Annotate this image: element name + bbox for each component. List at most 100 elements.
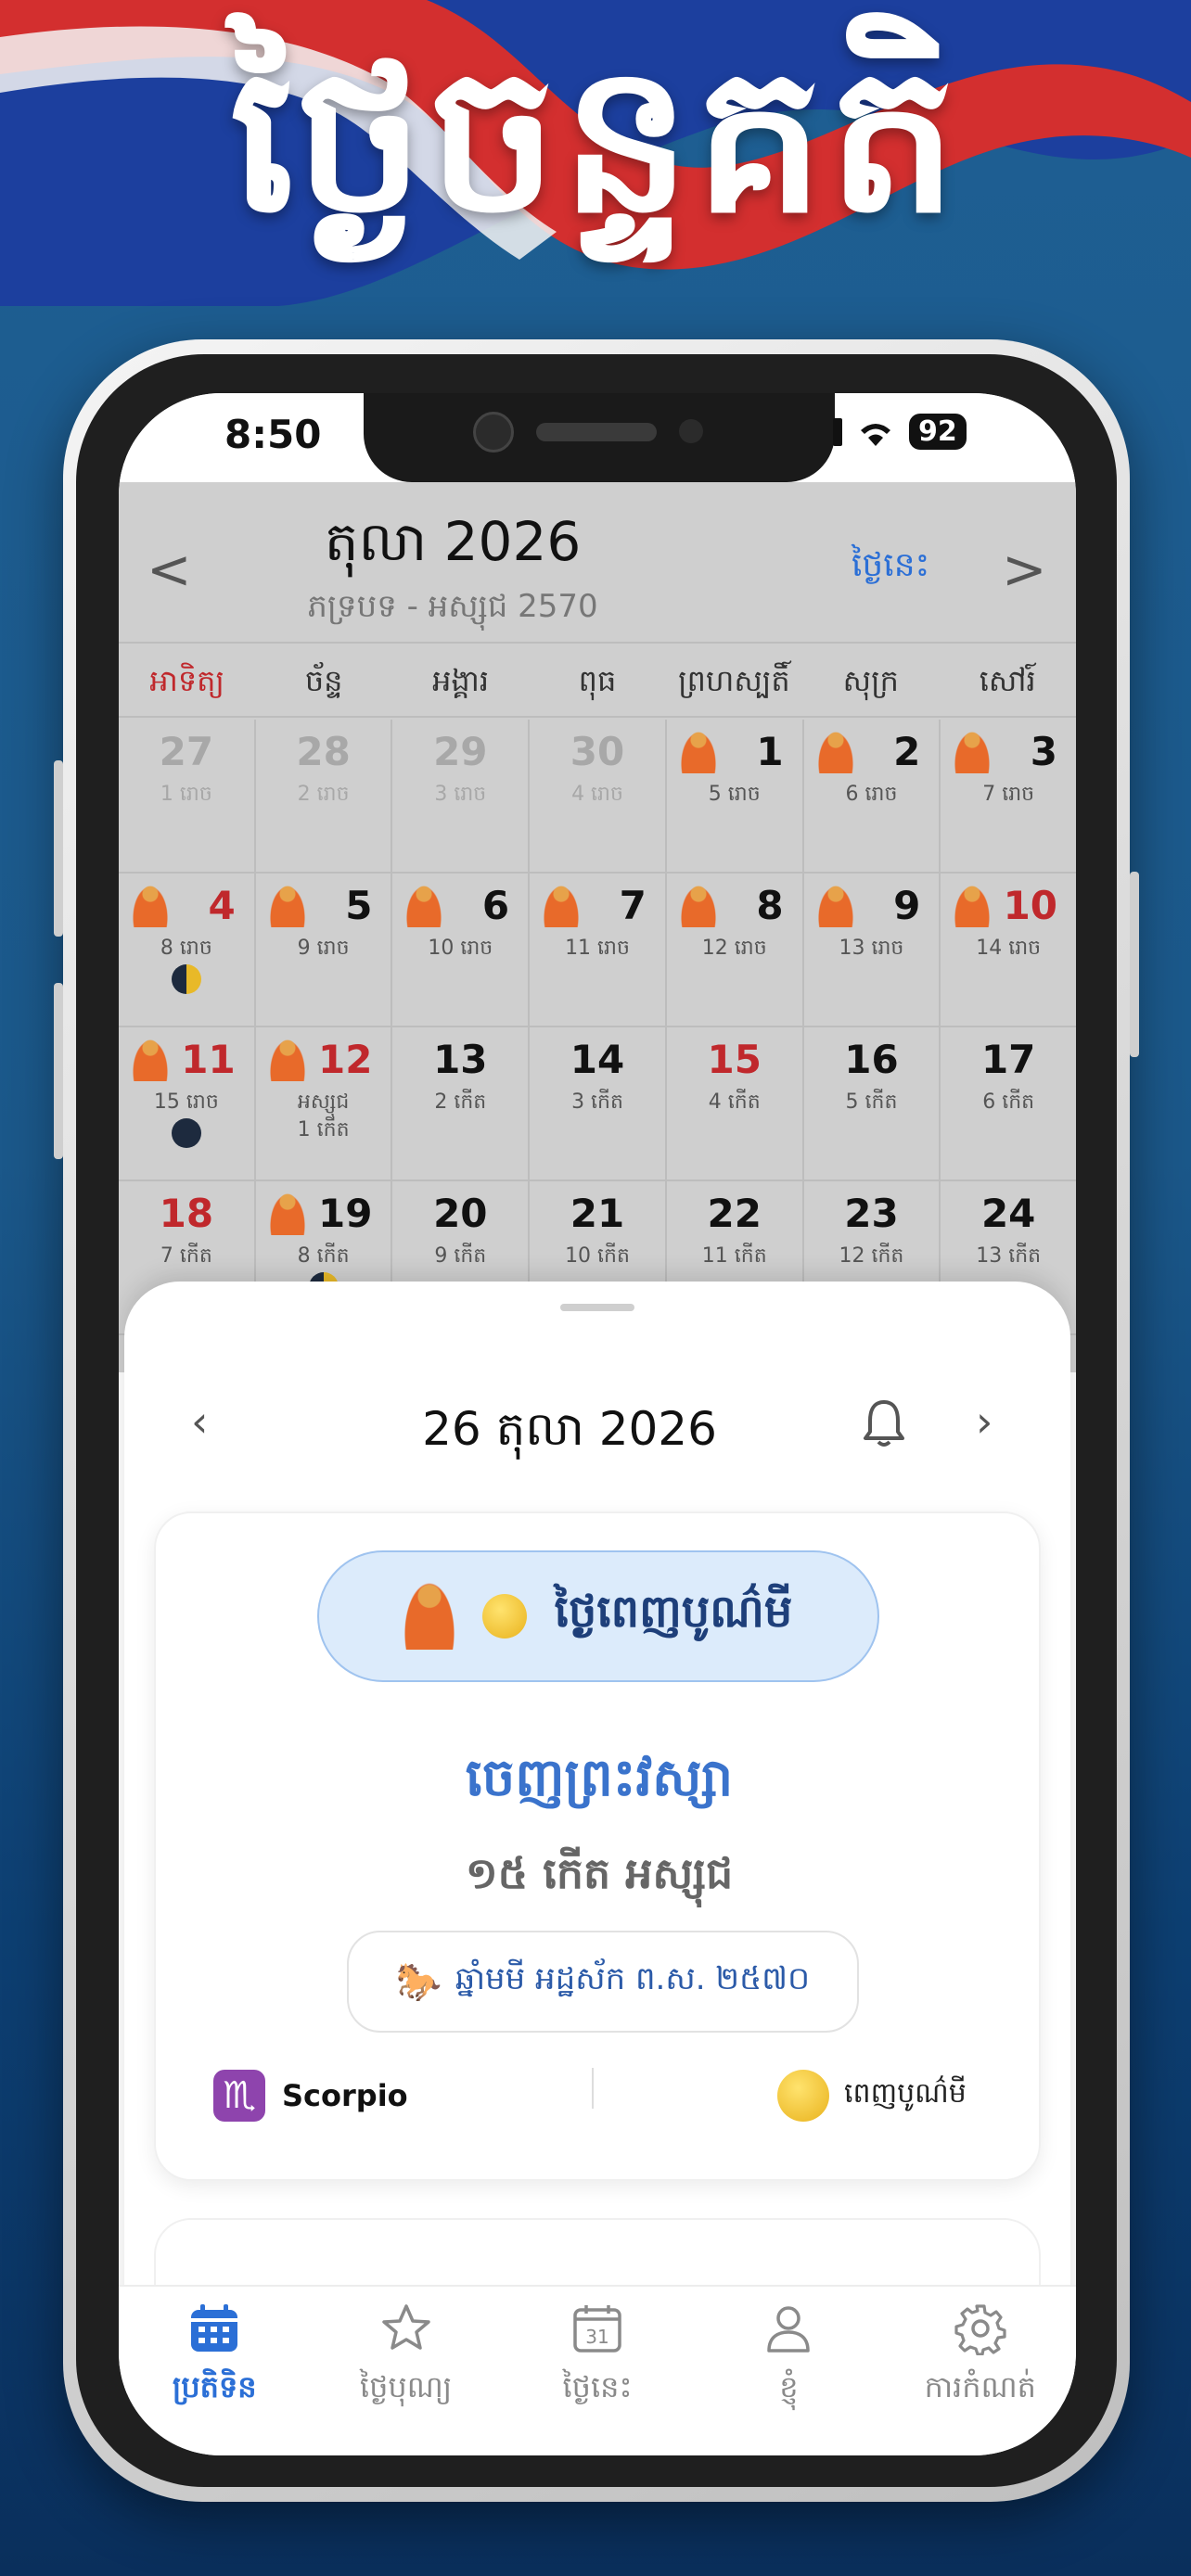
calendar-day-cell[interactable]: 29 3 រោច <box>392 720 531 872</box>
buddha-icon <box>816 885 854 927</box>
lunar-day: 6 រោច <box>845 783 898 806</box>
scorpio-icon: ♏ <box>213 2070 265 2122</box>
tab-calendar[interactable]: ប្រតិទិន <box>119 2287 310 2455</box>
moon-phase-icon <box>777 2070 829 2122</box>
day-number: 21 <box>570 1191 625 1236</box>
calendar-day-cell[interactable]: 17 6 កើត <box>941 1027 1076 1180</box>
holy-day-label: ថ្ងៃពេញបូណ៌មី <box>554 1586 793 1638</box>
status-indicators: 92 <box>833 414 967 450</box>
lunar-day-secondary: 1 កើត <box>297 1118 350 1141</box>
lunar-day: 14 រោច <box>976 937 1042 960</box>
calendar-day-cell[interactable]: 10 14 រោច <box>941 874 1076 1026</box>
lunar-day: 15 រោច <box>153 1090 219 1114</box>
day-number: 8 <box>756 883 784 928</box>
lunar-day: 11 កើត <box>701 1244 767 1268</box>
day-number: 19 <box>317 1191 373 1236</box>
day-number: 15 <box>707 1037 762 1082</box>
calendar-day-cell[interactable]: 13 2 កើត <box>392 1027 531 1180</box>
buddha-icon <box>816 731 854 773</box>
tab-calendar-label: ប្រតិទិន <box>172 2369 257 2404</box>
weekday-saturday: សៅរ៍ <box>979 663 1036 698</box>
buddha-icon <box>268 1039 306 1081</box>
tab-settings[interactable]: ការកំណត់ <box>885 2287 1076 2455</box>
status-bar: 8:50 92 <box>119 393 1076 482</box>
calendar-day-cell[interactable]: 5 9 រោច <box>256 874 393 1026</box>
day-number: 1 <box>756 729 784 774</box>
svg-text:31: 31 <box>585 2326 608 2348</box>
lunar-day: 11 រោច <box>565 937 630 960</box>
tab-today[interactable]: 31 ថ្ងៃនេះ <box>502 2287 693 2455</box>
calendar-day-cell[interactable]: 8 12 រោច <box>667 874 804 1026</box>
lunar-day: 1 រោច <box>160 783 212 806</box>
phone-screen: 8:50 92 < តុលា 2026 ភទ្របទ - អស្សុជ 2570… <box>119 393 1076 2455</box>
buddha-icon <box>543 885 581 927</box>
calendar-day-cell[interactable]: 3 7 រោច <box>941 720 1076 872</box>
tab-bar: ប្រតិទិន ថ្ងៃបុណ្យ 31 ថ្ងៃនេះ ខ្ញុំ ការក… <box>119 2285 1076 2455</box>
power-button <box>1130 872 1139 1057</box>
calendar-day-cell[interactable]: 4 8 រោច <box>119 874 256 1026</box>
lunar-day: 2 រោច <box>297 783 350 806</box>
lunar-day: 10 កើត <box>565 1244 630 1268</box>
lunar-day: 3 រោច <box>434 783 487 806</box>
event-title: ចេញព្រះវស្សា <box>465 1748 734 1808</box>
lunar-day: 12 កើត <box>839 1244 904 1268</box>
status-time: 8:50 <box>224 412 322 457</box>
tab-profile[interactable]: ខ្ញុំ <box>693 2287 884 2455</box>
tab-holidays[interactable]: ថ្ងៃបុណ្យ <box>310 2287 501 2455</box>
moon-phase-label: ពេញបូណ៌មី <box>844 2077 967 2110</box>
sheet-drag-handle[interactable] <box>560 1304 634 1311</box>
next-month-button[interactable]: > <box>1002 538 1047 601</box>
weekday-wednesday: ពុធ <box>578 663 617 698</box>
weekday-tuesday: អង្គារ <box>432 663 490 698</box>
weekday-friday: សុក្រ <box>842 663 899 698</box>
calendar-day-cell[interactable]: 6 10 រោច <box>392 874 531 1026</box>
buddha-icon <box>268 1192 306 1235</box>
day-number: 23 <box>844 1191 899 1236</box>
new-moon-icon <box>171 1118 201 1148</box>
calendar-day-cell[interactable]: 15 4 កើត <box>667 1027 804 1180</box>
calendar-day-cell[interactable]: 16 5 កើត <box>804 1027 941 1180</box>
day-number: 27 <box>159 729 214 774</box>
calendar-day-cell[interactable]: 9 13 រោច <box>804 874 941 1026</box>
lunar-day: 7 រោច <box>982 783 1035 806</box>
tab-settings-label: ការកំណត់ <box>924 2369 1036 2404</box>
calendar-day-cell[interactable]: 12 អស្សុជ 1 កើត <box>256 1027 393 1180</box>
gear-icon <box>954 2304 1006 2355</box>
calendar-day-cell[interactable]: 7 11 រោច <box>530 874 667 1026</box>
lunar-day: 5 រោច <box>708 783 761 806</box>
lunar-day: 4 រោច <box>571 783 623 806</box>
calendar-day-cell[interactable]: 14 3 កើត <box>530 1027 667 1180</box>
calendar-week-row: 4 8 រោច 5 9 រោច 6 10 រោច 7 11 រោច 8 12 រោច 9 13 រោច… <box>119 874 1076 1027</box>
lunar-day: 5 កើត <box>845 1090 898 1114</box>
calendar-day-cell[interactable]: 2 6 រោច <box>804 720 941 872</box>
calendar-day-cell[interactable]: 27 1 រោច <box>119 720 256 872</box>
horse-icon: 🐎 <box>395 1960 442 2004</box>
moon-phase-info: ពេញបូណ៌មី <box>777 2070 967 2122</box>
lunar-day: 8 រោច <box>160 937 212 960</box>
day-number: 4 <box>208 883 236 928</box>
info-divider <box>592 2068 594 2109</box>
calendar-day-cell[interactable]: 30 4 រោច <box>530 720 667 872</box>
zodiac-info: ♏ Scorpio <box>213 2070 408 2122</box>
today-button[interactable]: ថ្ងៃនេះ <box>852 543 929 593</box>
lunar-day: 9 រោច <box>297 937 350 960</box>
day-number: 22 <box>707 1191 762 1236</box>
next-day-button[interactable]: › <box>976 1396 992 1447</box>
day-info-card: ថ្ងៃពេញបូណ៌មី ចេញព្រះវស្សា ១៥ កើត អស្សុជ… <box>154 1511 1041 2181</box>
month-title: តុលា 2026 <box>324 510 582 573</box>
day-number: 14 <box>570 1037 625 1082</box>
calendar-day-cell[interactable]: 11 15 រោច <box>119 1027 256 1180</box>
signal-icon <box>833 417 842 446</box>
lunar-day: 12 រោច <box>701 937 767 960</box>
day-number: 3 <box>1030 729 1058 774</box>
holy-day-badge: ថ្ងៃពេញបូណ៌មី <box>317 1550 879 1682</box>
lunar-day: 7 កើត <box>160 1244 212 1268</box>
tab-profile-label: ខ្ញុំ <box>779 2369 799 2404</box>
bell-icon[interactable] <box>863 1398 905 1448</box>
calendar-day-cell[interactable]: 28 2 រោច <box>256 720 393 872</box>
wifi-icon <box>861 423 890 446</box>
day-number: 6 <box>481 883 510 928</box>
calendar-day-cell[interactable]: 1 5 រោច <box>667 720 804 872</box>
weekday-sunday: អាទិត្យ <box>149 663 225 698</box>
lunar-day: 10 រោច <box>428 937 493 960</box>
